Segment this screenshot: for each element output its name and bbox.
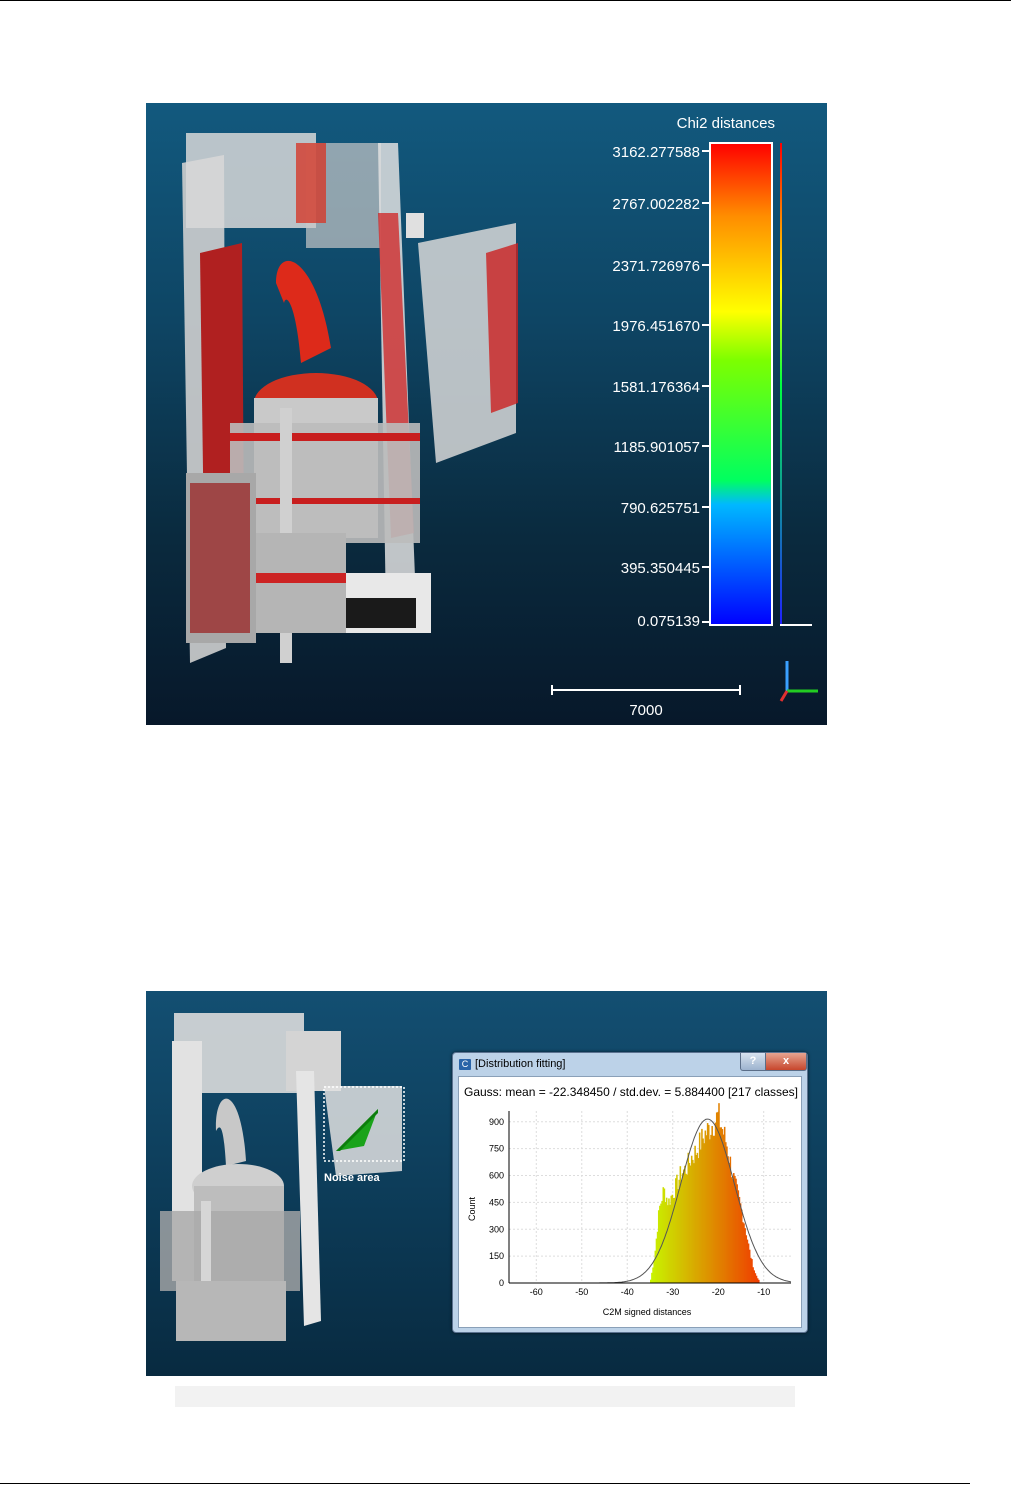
chi2-scale-title: Chi2 distances — [677, 115, 775, 132]
x-tick-labels: -60 -50 -40 -30 -20 -10 — [530, 1287, 770, 1297]
y-tick-label: 300 — [489, 1224, 504, 1234]
chi2-tick-label: 1976.451670 — [612, 318, 700, 335]
y-tick-label: 600 — [489, 1171, 504, 1181]
distribution-fitting-dialog[interactable]: C [Distribution fitting] ? x Gauss: mean… — [452, 1052, 808, 1333]
x-axis-label: C2M signed distances — [603, 1307, 692, 1317]
help-button[interactable]: ? — [740, 1053, 766, 1071]
x-tick-label: -40 — [621, 1287, 634, 1297]
y-axis-label: Count — [467, 1197, 477, 1222]
y-tick-labels: 0 150 300 450 600 750 900 — [489, 1117, 504, 1288]
histogram-chart: -60 -50 -40 -30 -20 -10 0 150 300 450 600 750 900 C… — [467, 1103, 792, 1317]
dialog-title: [Distribution fitting] — [475, 1058, 566, 1070]
x-tick-label: -30 — [666, 1287, 679, 1297]
x-tick-label: -20 — [712, 1287, 725, 1297]
scale-bar-label: 7000 — [629, 702, 662, 719]
chi2-scene: Chi2 distances 3162.277588 2767.002282 2… — [182, 115, 818, 719]
point-cloud-model — [182, 133, 518, 663]
close-button[interactable]: x — [765, 1053, 807, 1071]
chi2-color-scale — [709, 142, 773, 626]
x-tick-label: -50 — [575, 1287, 588, 1297]
noise-area-label: Noise area — [324, 1172, 381, 1184]
chi2-tick-label: 395.350445 — [621, 560, 700, 577]
x-tick-label: -10 — [757, 1287, 770, 1297]
y-tick-label: 450 — [489, 1197, 504, 1207]
chi2-tick-label: 2767.002282 — [612, 196, 700, 213]
y-tick-label: 900 — [489, 1117, 504, 1127]
scale-bar — [551, 685, 741, 695]
y-tick-label: 750 — [489, 1144, 504, 1154]
axis-trihedron-icon — [779, 661, 818, 702]
chi2-view-panel: Chi2 distances 3162.277588 2767.002282 2… — [146, 103, 827, 725]
top-rule — [0, 0, 1011, 1]
chi2-scale-ticks: 3162.277588 2767.002282 2371.726976 1976… — [612, 144, 710, 630]
chi2-tick-label: 1581.176364 — [612, 379, 700, 396]
chi2-tick-label: 0.075139 — [637, 613, 700, 630]
bottom-rule — [0, 1483, 970, 1484]
x-tick-label: -60 — [530, 1287, 543, 1297]
y-tick-label: 150 — [489, 1251, 504, 1261]
y-tick-label: 0 — [499, 1278, 504, 1288]
chi2-tick-label: 1185.901057 — [614, 439, 700, 456]
chi2-tick-label: 3162.277588 — [612, 144, 700, 161]
chi2-tick-label: 790.625751 — [621, 500, 700, 517]
chi2-tick-label: 2371.726976 — [612, 258, 700, 275]
caption-area — [175, 1386, 795, 1407]
app-icon: C — [459, 1059, 471, 1070]
chi2-histogram-strip — [780, 143, 782, 625]
gauss-summary: Gauss: mean = -22.348450 / std.dev. = 5.… — [464, 1085, 798, 1099]
dialog-body: Gauss: mean = -22.348450 / std.dev. = 5.… — [458, 1076, 802, 1328]
histogram-bars — [650, 1103, 760, 1283]
